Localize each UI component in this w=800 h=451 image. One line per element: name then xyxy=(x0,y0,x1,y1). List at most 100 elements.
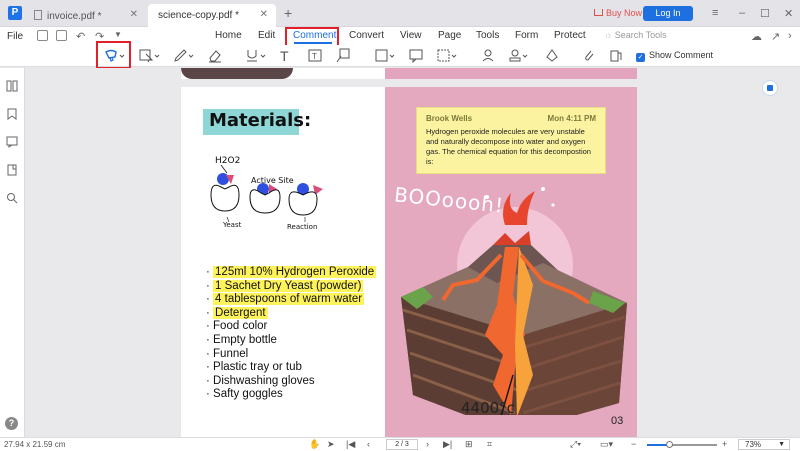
file-menu[interactable]: File xyxy=(7,31,23,42)
menu-protect[interactable]: Protect xyxy=(554,30,586,41)
page-dimensions: 27.94 x 21.59 cm xyxy=(4,440,66,449)
bulb-icon: ☼ xyxy=(604,30,615,40)
zoom-value: 73% xyxy=(745,440,762,449)
thumbnails-icon[interactable] xyxy=(6,80,18,92)
volcano-illustration xyxy=(401,187,627,415)
eraser-tool-icon[interactable] xyxy=(208,48,222,63)
textbox-tool-icon[interactable]: T xyxy=(308,48,322,63)
zoom-out-icon[interactable]: − xyxy=(631,439,636,449)
stamp-tool-highlight-box xyxy=(96,41,131,69)
zoom-slider[interactable] xyxy=(647,441,717,448)
first-page-icon[interactable]: |◀ xyxy=(346,439,355,450)
help-icon[interactable]: ? xyxy=(5,417,18,430)
shape-tool-icon[interactable] xyxy=(375,48,397,63)
login-button[interactable]: Log In xyxy=(643,6,693,21)
search-tools-placeholder: Search Tools xyxy=(614,30,667,40)
minimize-icon[interactable]: – xyxy=(739,7,745,19)
menu-form[interactable]: Form xyxy=(515,30,538,41)
tab-label: invoice.pdf * xyxy=(47,11,102,22)
link-icon[interactable] xyxy=(609,48,623,63)
close-icon[interactable]: ✕ xyxy=(130,9,138,20)
tab-invoice[interactable]: invoice.pdf * ✕ xyxy=(24,4,146,27)
upload-icon[interactable]: ☁ xyxy=(751,30,762,43)
zoom-in-icon[interactable]: + xyxy=(722,439,727,449)
comment-author: Brook Wells xyxy=(426,114,473,123)
menu-tools[interactable]: Tools xyxy=(476,30,499,41)
customize-icon[interactable]: ▼ xyxy=(114,30,122,39)
buy-now-label: Buy Now xyxy=(606,8,643,18)
active-site-label: Active Site xyxy=(251,176,294,185)
search-tools[interactable]: ☼ Search Tools xyxy=(604,30,667,40)
select-cursor-icon[interactable]: ➤ xyxy=(327,439,335,450)
fit-width-icon[interactable]: ⤢▾ xyxy=(570,439,581,450)
print-icon[interactable] xyxy=(56,30,67,41)
list-item[interactable]: · 125ml 10% Hydrogen Peroxide xyxy=(206,266,377,280)
text-tool-icon[interactable]: T xyxy=(280,48,289,64)
menu-icon[interactable]: ≡ xyxy=(712,7,718,19)
list-item[interactable]: · 4 tablespoons of warm water xyxy=(206,293,376,307)
note-tool-icon[interactable] xyxy=(409,48,423,63)
new-tab-icon[interactable]: + xyxy=(284,5,292,21)
maximize-icon[interactable]: ☐ xyxy=(760,7,770,20)
molecule-circle xyxy=(217,173,229,185)
menu-home[interactable]: Home xyxy=(215,30,242,41)
save-icon[interactable] xyxy=(37,30,48,41)
pencil-tool-icon[interactable] xyxy=(173,48,195,63)
next-page-icon[interactable]: › xyxy=(426,439,429,449)
list-item: · Food color xyxy=(206,320,268,333)
more-icon[interactable]: › xyxy=(788,30,792,42)
underline-tool-icon[interactable] xyxy=(245,48,267,63)
list-item: · Safty goggles xyxy=(206,388,283,401)
comment-manage-icon[interactable] xyxy=(545,48,559,63)
tab-bar: P invoice.pdf * ✕ science-copy.pdf * ✕ +… xyxy=(0,0,800,27)
show-comment-toggle[interactable]: ✓ Show Comment xyxy=(636,50,713,62)
sticky-note-comment[interactable]: Brook Wells Mon 4:11 PM Hydrogen peroxid… xyxy=(416,107,606,174)
check-icon[interactable]: ✓ xyxy=(636,53,645,62)
yeast-label: Yeast xyxy=(222,221,242,229)
page-number-input[interactable]: 2 / 3 xyxy=(386,439,418,450)
temperature-label: 4400°c xyxy=(461,399,515,417)
tab-label: science-copy.pdf * xyxy=(158,10,239,21)
share-icon[interactable]: ↗ xyxy=(771,30,780,43)
bookmark-icon[interactable] xyxy=(6,108,18,120)
close-window-icon[interactable]: ✕ xyxy=(784,7,793,20)
stamp-icon[interactable] xyxy=(508,48,530,63)
comment-highlight-box xyxy=(285,27,339,47)
ocr-icon[interactable]: ⌗ xyxy=(487,439,492,450)
comment-text[interactable]: Hydrogen peroxide molecules are very uns… xyxy=(426,127,598,167)
h2o2-label: H2O2 xyxy=(215,156,240,166)
reaction-label: Reaction xyxy=(287,223,317,231)
callout-tool-icon[interactable] xyxy=(336,48,350,63)
hand-tool-icon[interactable]: ✋ xyxy=(309,439,320,450)
materials-list: · 125ml 10% Hydrogen Peroxide · 1 Sachet… xyxy=(206,266,377,402)
signature-tool-icon[interactable] xyxy=(481,48,495,63)
comments-panel-icon[interactable] xyxy=(6,136,18,148)
previous-page-pink-panel xyxy=(385,68,637,79)
area-highlight-tool-icon[interactable] xyxy=(437,48,459,63)
previous-page-icon[interactable]: ‹ xyxy=(367,439,370,449)
ai-assistant-icon[interactable] xyxy=(762,80,778,96)
document-viewport[interactable]: Materials: H2O2 Yeast Active Site Reacti… xyxy=(26,68,800,437)
close-icon[interactable]: ✕ xyxy=(260,9,268,20)
menu-view[interactable]: View xyxy=(400,30,422,41)
enzyme-diagram: H2O2 Yeast Active Site Reaction xyxy=(210,156,323,231)
menu-edit[interactable]: Edit xyxy=(258,30,275,41)
search-icon[interactable] xyxy=(6,192,18,204)
fit-page-icon[interactable]: ⊞ xyxy=(465,439,473,450)
zoom-slider-handle[interactable] xyxy=(666,441,674,448)
zoom-dropdown[interactable]: 73% ▼ xyxy=(738,439,790,450)
buy-now-link[interactable]: Buy Now xyxy=(594,8,642,18)
page-layout-icon[interactable]: ▭▾ xyxy=(600,439,613,450)
list-item[interactable]: · Detergent xyxy=(206,306,376,321)
tab-science-copy[interactable]: science-copy.pdf * ✕ xyxy=(148,4,276,27)
menu-convert[interactable]: Convert xyxy=(349,30,384,41)
list-item[interactable]: · 1 Sachet Dry Yeast (powder) xyxy=(206,279,376,294)
menu-page[interactable]: Page xyxy=(438,30,461,41)
undo-icon[interactable]: ↶ xyxy=(76,30,85,43)
attachments-panel-icon[interactable] xyxy=(6,164,18,176)
select-tool-icon[interactable] xyxy=(139,48,161,63)
last-page-icon[interactable]: ▶| xyxy=(443,439,452,450)
attachment-icon[interactable] xyxy=(582,48,596,63)
show-comment-label: Show Comment xyxy=(649,50,714,60)
status-bar: 27.94 x 21.59 cm ✋ ➤ |◀ ‹ 2 / 3 › ▶| ⊞ ⌗… xyxy=(0,437,800,451)
